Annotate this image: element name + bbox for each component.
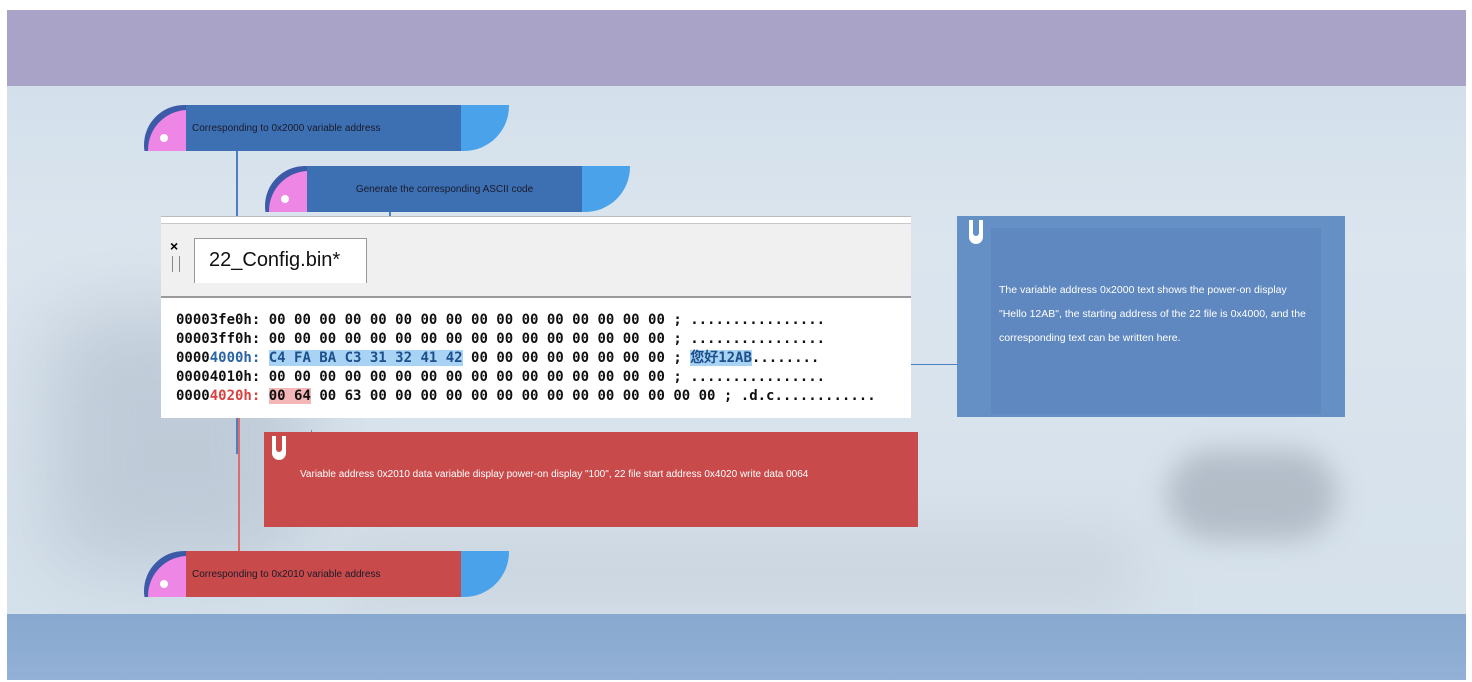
callout-label: Generate the corresponding ASCII code (307, 166, 582, 212)
hex-space (260, 369, 268, 385)
hex-ascii: ................ (690, 331, 826, 347)
hex-address-highlight: 4000h: (209, 350, 261, 366)
hex-editor-window: × 22_Config.bin* 00003fe0h: 00 00 00 00 … (161, 216, 911, 418)
callout-0x2000-address: Corresponding to 0x2000 variable address (134, 105, 509, 151)
background-blur (1167, 450, 1337, 540)
hex-space (260, 331, 268, 347)
hex-bytes: 00 00 00 00 00 00 00 00 00 00 00 00 00 0… (268, 331, 665, 347)
hex-separator: ; (715, 388, 741, 404)
hex-address: 00003fe0h: (176, 312, 261, 328)
callout-dot (160, 134, 168, 142)
pin-hole (276, 436, 282, 452)
info-box-0x2010: Variable address 0x2010 data variable di… (264, 432, 918, 527)
grip-handle-icon[interactable] (172, 256, 180, 272)
hex-ascii: ........ (751, 350, 820, 366)
callout-dot (160, 580, 168, 588)
callout-wedge (134, 551, 186, 597)
hex-address: 0000 (176, 388, 210, 404)
info-box-text: The variable address 0x2000 text shows t… (999, 284, 1306, 344)
tab-strip: × 22_Config.bin* (161, 223, 911, 298)
hex-row: 00004000h: C4 FA BA C3 31 32 41 42 00 00… (176, 349, 819, 367)
hex-row: 00004010h: 00 00 00 00 00 00 00 00 00 00… (176, 368, 825, 386)
hex-address: 00003ff0h: (176, 331, 261, 347)
hex-data-view[interactable]: 00003fe0h: 00 00 00 00 00 00 00 00 00 00… (161, 305, 911, 415)
callout-end (461, 551, 509, 597)
hex-separator: ; (664, 350, 691, 366)
bottom-band (7, 614, 1466, 680)
hex-row: 00003fe0h: 00 00 00 00 00 00 00 00 00 00… (176, 311, 825, 329)
hex-ascii: ................ (690, 369, 826, 385)
tab-22-config-bin[interactable]: 22_Config.bin* (194, 238, 367, 283)
hex-space (260, 388, 268, 404)
hex-address: 0000 (176, 350, 210, 366)
hex-separator: ; (664, 312, 691, 328)
callout-label: Corresponding to 0x2000 variable address (186, 105, 461, 151)
hex-bytes-highlight: 00 64 (268, 388, 311, 404)
hex-ascii: ................ (690, 312, 826, 328)
hex-space (260, 350, 268, 366)
diagram-canvas: Corresponding to 0x2000 variable address… (7, 10, 1466, 680)
callout-wedge (255, 166, 307, 212)
pin-icon (272, 436, 286, 460)
callout-label: Corresponding to 0x2010 variable address (186, 551, 461, 597)
hex-bytes: 00 63 00 00 00 00 00 00 00 00 00 00 00 0… (310, 388, 716, 404)
hex-space (260, 312, 268, 328)
file-tab-label: 22_Config.bin* (209, 249, 341, 271)
hex-bytes-highlight: C4 FA BA C3 31 32 41 42 (268, 350, 463, 366)
info-box-0x2000: The variable address 0x2000 text shows t… (957, 216, 1345, 417)
hex-bytes: 00 00 00 00 00 00 00 00 (462, 350, 665, 366)
hex-ascii: .d.c............ (740, 388, 876, 404)
hex-row: 00003ff0h: 00 00 00 00 00 00 00 00 00 00… (176, 330, 825, 348)
hex-ascii-highlight: 您好12AB (690, 350, 752, 366)
callout-wedge (134, 105, 186, 151)
callout-0x2010-address: Corresponding to 0x2010 variable address (134, 551, 509, 597)
hex-separator: ; (664, 369, 691, 385)
hex-bytes: 00 00 00 00 00 00 00 00 00 00 00 00 00 0… (268, 369, 665, 385)
hex-row: 00004020h: 00 64 00 63 00 00 00 00 00 00… (176, 387, 876, 405)
info-box-text: Variable address 0x2010 data variable di… (300, 469, 809, 480)
pin-hole (973, 220, 979, 236)
hex-bytes: 00 00 00 00 00 00 00 00 00 00 00 00 00 0… (268, 312, 665, 328)
pin-icon (969, 220, 983, 244)
hex-separator: ; (664, 331, 691, 347)
hex-address-highlight: 4020h: (209, 388, 261, 404)
close-icon[interactable]: × (170, 238, 178, 254)
callout-end (461, 105, 509, 151)
hex-address: 00004010h: (176, 369, 261, 385)
callout-end (582, 166, 630, 212)
callout-ascii-code: Generate the corresponding ASCII code (255, 166, 630, 212)
top-band (7, 10, 1466, 86)
callout-dot (281, 195, 289, 203)
